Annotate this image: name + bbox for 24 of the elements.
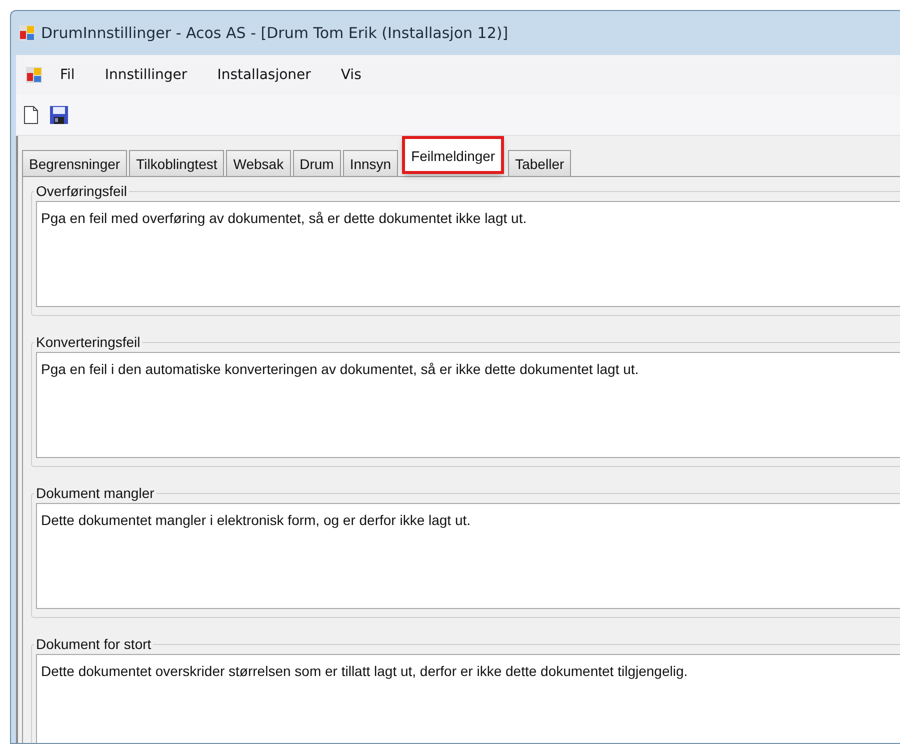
menu-item[interactable]: Installasjoner — [217, 67, 311, 83]
tab[interactable]: Websak — [226, 150, 291, 176]
group-title: Dokument mangler — [35, 485, 156, 501]
app-icon — [19, 25, 35, 41]
group-title: Dokument for stort — [35, 636, 152, 652]
tab[interactable]: Drum — [292, 150, 341, 176]
group-title: Konverteringsfeil — [35, 334, 142, 350]
window-title: DrumInnstillinger - Acos AS - [Drum Tom Erik (Installasjon 12)] — [41, 24, 508, 42]
message-field[interactable]: Pga en feil i den automatiske konverteringen av dokumentet, så er ikke dette dokumentet lagt ut. — [36, 352, 900, 458]
message-field[interactable]: Dette dokumentet overskrider størrelsen som er tillatt lagt ut, derfor er ikke dette dokumentet tilgjengelig. — [36, 654, 900, 743]
menu-item[interactable]: Vis — [340, 67, 362, 83]
menu-item[interactable]: Fil — [60, 67, 75, 83]
save-icon[interactable] — [50, 106, 68, 124]
message-field[interactable]: Dette dokumentet mangler i elektronisk form, og er derfor ikke lagt ut. — [36, 503, 900, 609]
new-document-icon[interactable] — [24, 106, 38, 124]
tab[interactable]: Tabeller — [508, 150, 572, 176]
group-title: Overføringsfeil — [35, 183, 128, 199]
tab[interactable]: Begrensninger — [22, 150, 128, 176]
tab[interactable]: Feilmeldinger — [404, 138, 502, 172]
app-icon[interactable] — [26, 67, 42, 83]
message-field[interactable]: Pga en feil med overføring av dokumentet, så er dette dokumentet ikke lagt ut. — [36, 201, 900, 307]
tab[interactable]: Tilkoblingtest — [129, 150, 224, 176]
tab[interactable]: Innsyn — [342, 150, 398, 176]
menu-item[interactable]: Innstillinger — [104, 67, 188, 83]
